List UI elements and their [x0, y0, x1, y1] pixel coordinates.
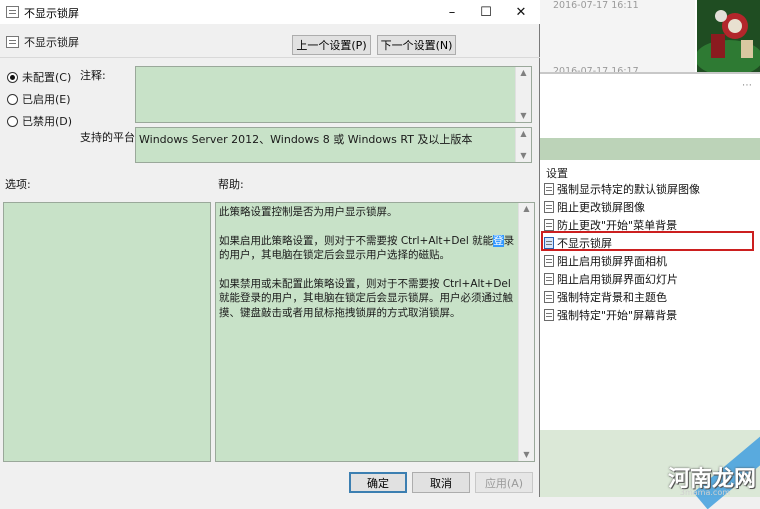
help-paragraph: 此策略设置控制是否为用户显示锁屏。 [219, 206, 398, 218]
highlight-box [541, 231, 754, 251]
divider [0, 57, 540, 58]
help-text: 此策略设置控制是否为用户显示锁屏。 如果启用此策略设置，则对于不需要按 Ctrl… [219, 205, 519, 334]
radio-circle [7, 93, 18, 105]
help-text-span: 如果启用此策略设置，则对于不需要按 Ctrl+Alt+Del 就能 [219, 234, 494, 247]
selected-text: 登 [493, 234, 504, 247]
list-item[interactable]: 阻止启用锁屏界面幻灯片 [544, 270, 678, 287]
list-item[interactable]: 阻止更改锁屏图像 [544, 198, 645, 215]
policy-icon [6, 36, 19, 48]
settings-column-header[interactable]: 设置 [546, 165, 568, 181]
policy-icon [544, 200, 554, 213]
previous-setting-button[interactable]: 上一个设置(P) [292, 35, 371, 55]
list-item[interactable]: 强制特定背景和主题色 [544, 288, 667, 305]
radio-not-configured[interactable]: 未配置(C) [7, 69, 71, 85]
comment-label: 注释: [80, 69, 106, 82]
list-item-label: 强制显示特定的默认锁屏图像 [557, 182, 700, 196]
background-panel: ⋯ [540, 74, 760, 138]
scroll-up-icon[interactable]: ▲ [519, 203, 534, 215]
close-button[interactable]: ✕ [504, 0, 538, 24]
next-setting-button[interactable]: 下一个设置(N) [377, 35, 456, 55]
radio-label: 已禁用(D) [22, 115, 73, 128]
policy-icon [544, 254, 554, 267]
options-pane [3, 202, 211, 462]
minimize-button[interactable]: – [435, 0, 469, 24]
radio-circle [7, 115, 18, 127]
setting-name-header: 不显示锁屏 [24, 36, 79, 49]
window-title: 不显示锁屏 [24, 7, 79, 20]
thumbnail-image [697, 0, 760, 72]
scroll-down-icon[interactable]: ▼ [516, 110, 531, 122]
list-item[interactable]: 强制显示特定的默认锁屏图像 [544, 180, 700, 197]
help-paragraph: 如果启用此策略设置，则对于不需要按 Ctrl+Alt+Del 就能登录的用户，其… [219, 234, 519, 263]
list-item-label: 强制特定"开始"屏幕背景 [557, 308, 678, 322]
list-item-label: 阻止更改锁屏图像 [557, 200, 645, 214]
scrollbar[interactable]: ▲ ▼ [518, 203, 534, 461]
radio-disabled[interactable]: 已禁用(D) [7, 113, 72, 129]
comment-textarea[interactable]: ▲ ▼ [135, 66, 532, 123]
cancel-button[interactable]: 取消 [412, 472, 470, 493]
list-item[interactable]: 阻止启用锁屏界面相机 [544, 252, 667, 269]
scroll-up-icon[interactable]: ▲ [516, 128, 531, 140]
scrollbar[interactable]: ▲ ▼ [515, 67, 531, 122]
apply-button[interactable]: 应用(A) [475, 472, 533, 493]
maximize-button[interactable]: ☐ [469, 0, 503, 24]
policy-icon [544, 182, 554, 195]
platform-value: Windows Server 2012、Windows 8 或 Windows … [139, 133, 473, 146]
radio-circle [7, 71, 18, 83]
list-item-label: 阻止启用锁屏界面幻灯片 [557, 272, 678, 286]
background-band [540, 138, 760, 160]
policy-icon [544, 308, 554, 321]
scrollbar[interactable]: ▲ ▼ [515, 128, 531, 162]
ok-button[interactable]: 确定 [349, 472, 407, 493]
radio-label: 未配置(C) [22, 71, 72, 84]
scroll-up-icon[interactable]: ▲ [516, 67, 531, 79]
list-item-label: 阻止启用锁屏界面相机 [557, 254, 667, 268]
scroll-down-icon[interactable]: ▼ [516, 150, 531, 162]
help-label: 帮助: [218, 178, 244, 191]
list-item-label: 强制特定背景和主题色 [557, 290, 667, 304]
scroll-down-icon[interactable]: ▼ [519, 449, 534, 461]
platform-label: 支持的平台: [80, 131, 139, 144]
radio-enabled[interactable]: 已启用(E) [7, 91, 71, 107]
policy-icon [6, 6, 19, 18]
more-icon[interactable]: ⋯ [742, 80, 752, 91]
policy-icon [544, 290, 554, 303]
list-item[interactable]: 强制特定"开始"屏幕背景 [544, 306, 677, 323]
policy-icon [544, 272, 554, 285]
help-paragraph: 如果禁用或未配置此策略设置，则对于不需要按 Ctrl+Alt+Del 就能登录的… [219, 277, 513, 319]
timestamp: 2016-07-17 16:11 [553, 0, 639, 11]
options-label: 选项: [5, 178, 31, 191]
policy-icon [544, 218, 554, 231]
radio-label: 已启用(E) [22, 93, 71, 106]
watermark-url: 3mama.com [679, 488, 730, 497]
